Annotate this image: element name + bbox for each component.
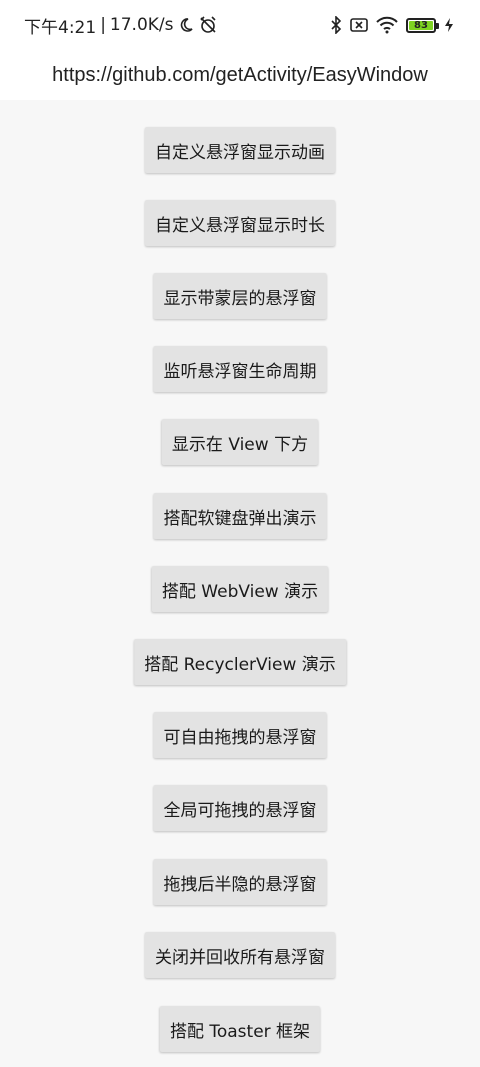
half-hidden-window-button[interactable]: 拖拽后半隐的悬浮窗: [153, 859, 327, 905]
moon-icon: [178, 17, 194, 33]
global-draggable-window-button[interactable]: 全局可拖拽的悬浮窗: [153, 785, 327, 831]
charging-icon: [444, 17, 454, 33]
toaster-demo-button[interactable]: 搭配 Toaster 框架: [159, 1006, 321, 1052]
draggable-window-button[interactable]: 可自由拖拽的悬浮窗: [153, 712, 327, 758]
page-title: https://github.com/getActivity/EasyWindo…: [52, 63, 428, 86]
status-left: 下午4:21 | 17.0K/s: [24, 13, 218, 38]
status-net-speed: 17.0K/s: [109, 15, 174, 35]
webview-demo-button[interactable]: 搭配 WebView 演示: [151, 566, 329, 612]
status-separator: |: [100, 15, 106, 35]
soft-keyboard-demo-button[interactable]: 搭配软键盘弹出演示: [153, 493, 327, 539]
battery-level: 83: [409, 20, 433, 30]
status-bar: 下午4:21 | 17.0K/s 83: [0, 0, 480, 50]
sim-x-icon: [350, 17, 368, 33]
recyclerview-demo-button[interactable]: 搭配 RecyclerView 演示: [134, 639, 346, 685]
button-list: 自定义悬浮窗显示动画 自定义悬浮窗显示时长 显示带蒙层的悬浮窗 监听悬浮窗生命周…: [0, 100, 480, 1067]
show-with-mask-button[interactable]: 显示带蒙层的悬浮窗: [153, 273, 327, 319]
status-right: 83: [330, 16, 454, 34]
status-time: 下午4:21: [24, 17, 97, 38]
alarm-off-icon: [198, 16, 218, 34]
title-bar: https://github.com/getActivity/EasyWindo…: [0, 50, 480, 100]
lifecycle-listen-button[interactable]: 监听悬浮窗生命周期: [153, 346, 327, 392]
show-below-view-button[interactable]: 显示在 View 下方: [161, 419, 319, 465]
bluetooth-icon: [330, 16, 342, 34]
wifi-icon: [376, 16, 398, 34]
battery-icon: 83: [406, 17, 439, 33]
custom-show-duration-button[interactable]: 自定义悬浮窗显示时长: [145, 200, 335, 246]
custom-show-animation-button[interactable]: 自定义悬浮窗显示动画: [145, 127, 335, 173]
close-all-windows-button[interactable]: 关闭并回收所有悬浮窗: [145, 932, 335, 978]
